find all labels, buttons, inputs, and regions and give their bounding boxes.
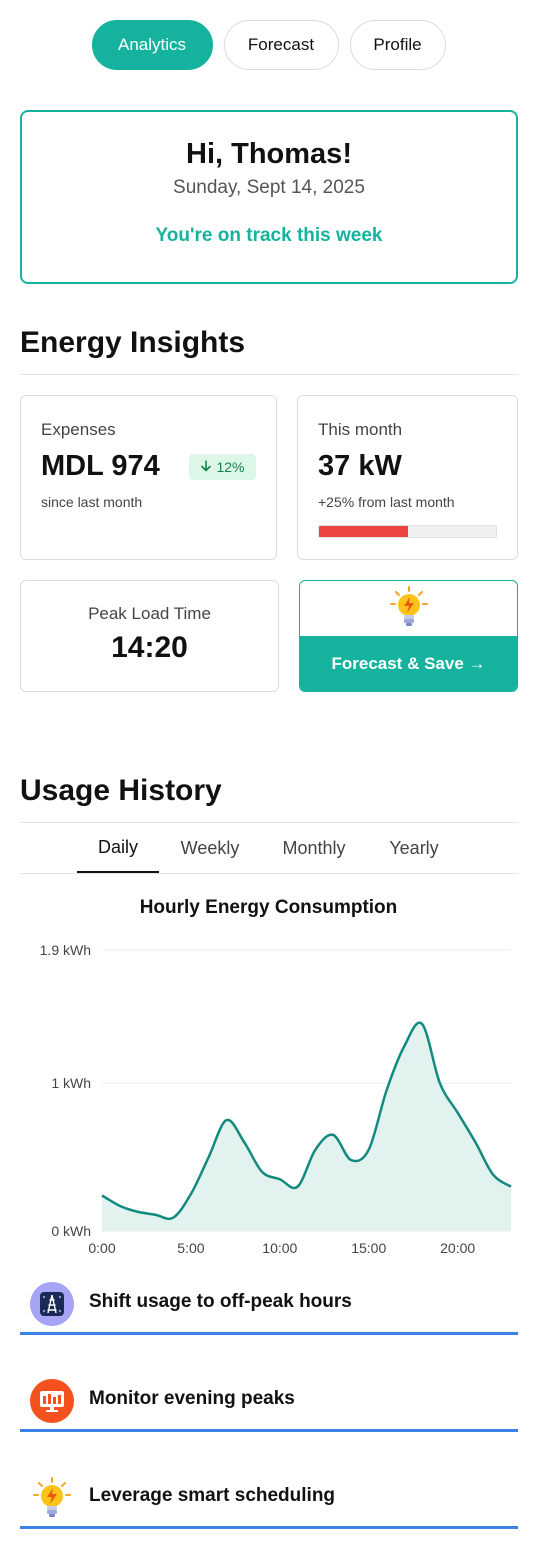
divider — [20, 822, 518, 823]
tip-item[interactable]: Shift usage to off-peak hours — [20, 1277, 518, 1335]
y-tick-label: 1.9 kWh — [40, 942, 91, 958]
chart-area-fill — [102, 1022, 511, 1231]
usage-progress-bar — [318, 525, 497, 538]
x-tick-label: 5:00 — [177, 1240, 204, 1256]
tab-analytics[interactable]: Analytics — [91, 20, 213, 70]
change-percent: 12% — [216, 459, 245, 475]
greeting-date: Sunday, Sept 14, 2025 — [173, 177, 365, 198]
section-title-energy-insights: Energy Insights — [20, 326, 246, 359]
forecast-save-button[interactable]: Forecast & Save → — [300, 636, 517, 691]
divider — [20, 374, 518, 375]
this-month-card: This month 37 kW +25% from last month — [297, 395, 518, 560]
peak-load-label: Peak Load Time — [88, 604, 211, 623]
peak-load-card: Peak Load Time 14:20 — [20, 580, 279, 692]
power-tower-icon — [30, 1282, 74, 1326]
arrow-down-icon — [200, 459, 212, 475]
lightbulb-icon — [389, 586, 429, 633]
x-tick-label: 10:00 — [262, 1240, 297, 1256]
tip-item[interactable]: Leverage smart scheduling — [20, 1471, 518, 1529]
greeting-card: Hi, Thomas! Sunday, Sept 14, 2025 You're… — [20, 110, 518, 284]
usage-period-tabs: Daily Weekly Monthly Yearly — [20, 824, 518, 874]
expenses-label: Expenses — [41, 420, 116, 439]
tip-item[interactable]: Monitor evening peaks — [20, 1374, 518, 1432]
usage-chart: 0 kWh 1 kWh 1.9 kWh 0:00 5:00 10:00 15:00 20:00 — [40, 942, 512, 1256]
change-badge: 12% — [189, 454, 256, 480]
greeting-name: Hi, Thomas! — [186, 138, 352, 170]
tip-text: Shift usage to off-peak hours — [89, 1291, 352, 1312]
status-message: You're on track this week — [155, 225, 383, 246]
forecast-card: Forecast & Save → — [299, 580, 518, 692]
chart-title: Hourly Energy Consumption — [139, 897, 398, 918]
tip-text: Monitor evening peaks — [89, 1388, 295, 1409]
tip-text: Leverage smart scheduling — [89, 1485, 336, 1506]
y-tick-label: 0 kWh — [51, 1223, 91, 1239]
expenses-value: MDL 974 — [41, 450, 160, 482]
divider — [20, 873, 518, 874]
tab-profile[interactable]: Profile — [349, 20, 446, 70]
this-month-label: This month — [318, 420, 403, 439]
x-tick-label: 20:00 — [440, 1240, 475, 1256]
tab-daily[interactable]: Daily — [77, 824, 159, 874]
tab-monthly[interactable]: Monthly — [271, 824, 357, 873]
monitor-chart-icon — [30, 1379, 74, 1423]
tab-yearly[interactable]: Yearly — [377, 824, 451, 873]
expenses-card: Expenses MDL 974 12% since last month — [20, 395, 277, 560]
this-month-value: 37 kW — [318, 450, 402, 482]
section-title-usage-history: Usage History — [20, 774, 222, 807]
tab-weekly[interactable]: Weekly — [167, 824, 253, 873]
x-tick-label: 15:00 — [351, 1240, 386, 1256]
peak-load-value: 14:20 — [111, 631, 188, 664]
usage-progress-fill — [319, 526, 408, 537]
lightbulb-icon — [30, 1476, 74, 1520]
x-tick-label: 0:00 — [88, 1240, 115, 1256]
tab-forecast[interactable]: Forecast — [223, 20, 339, 70]
y-tick-label: 1 kWh — [51, 1075, 91, 1091]
top-nav: Analytics Forecast Profile — [0, 20, 537, 70]
expenses-sub: since last month — [41, 494, 143, 510]
this-month-sub: +25% from last month — [318, 494, 455, 510]
